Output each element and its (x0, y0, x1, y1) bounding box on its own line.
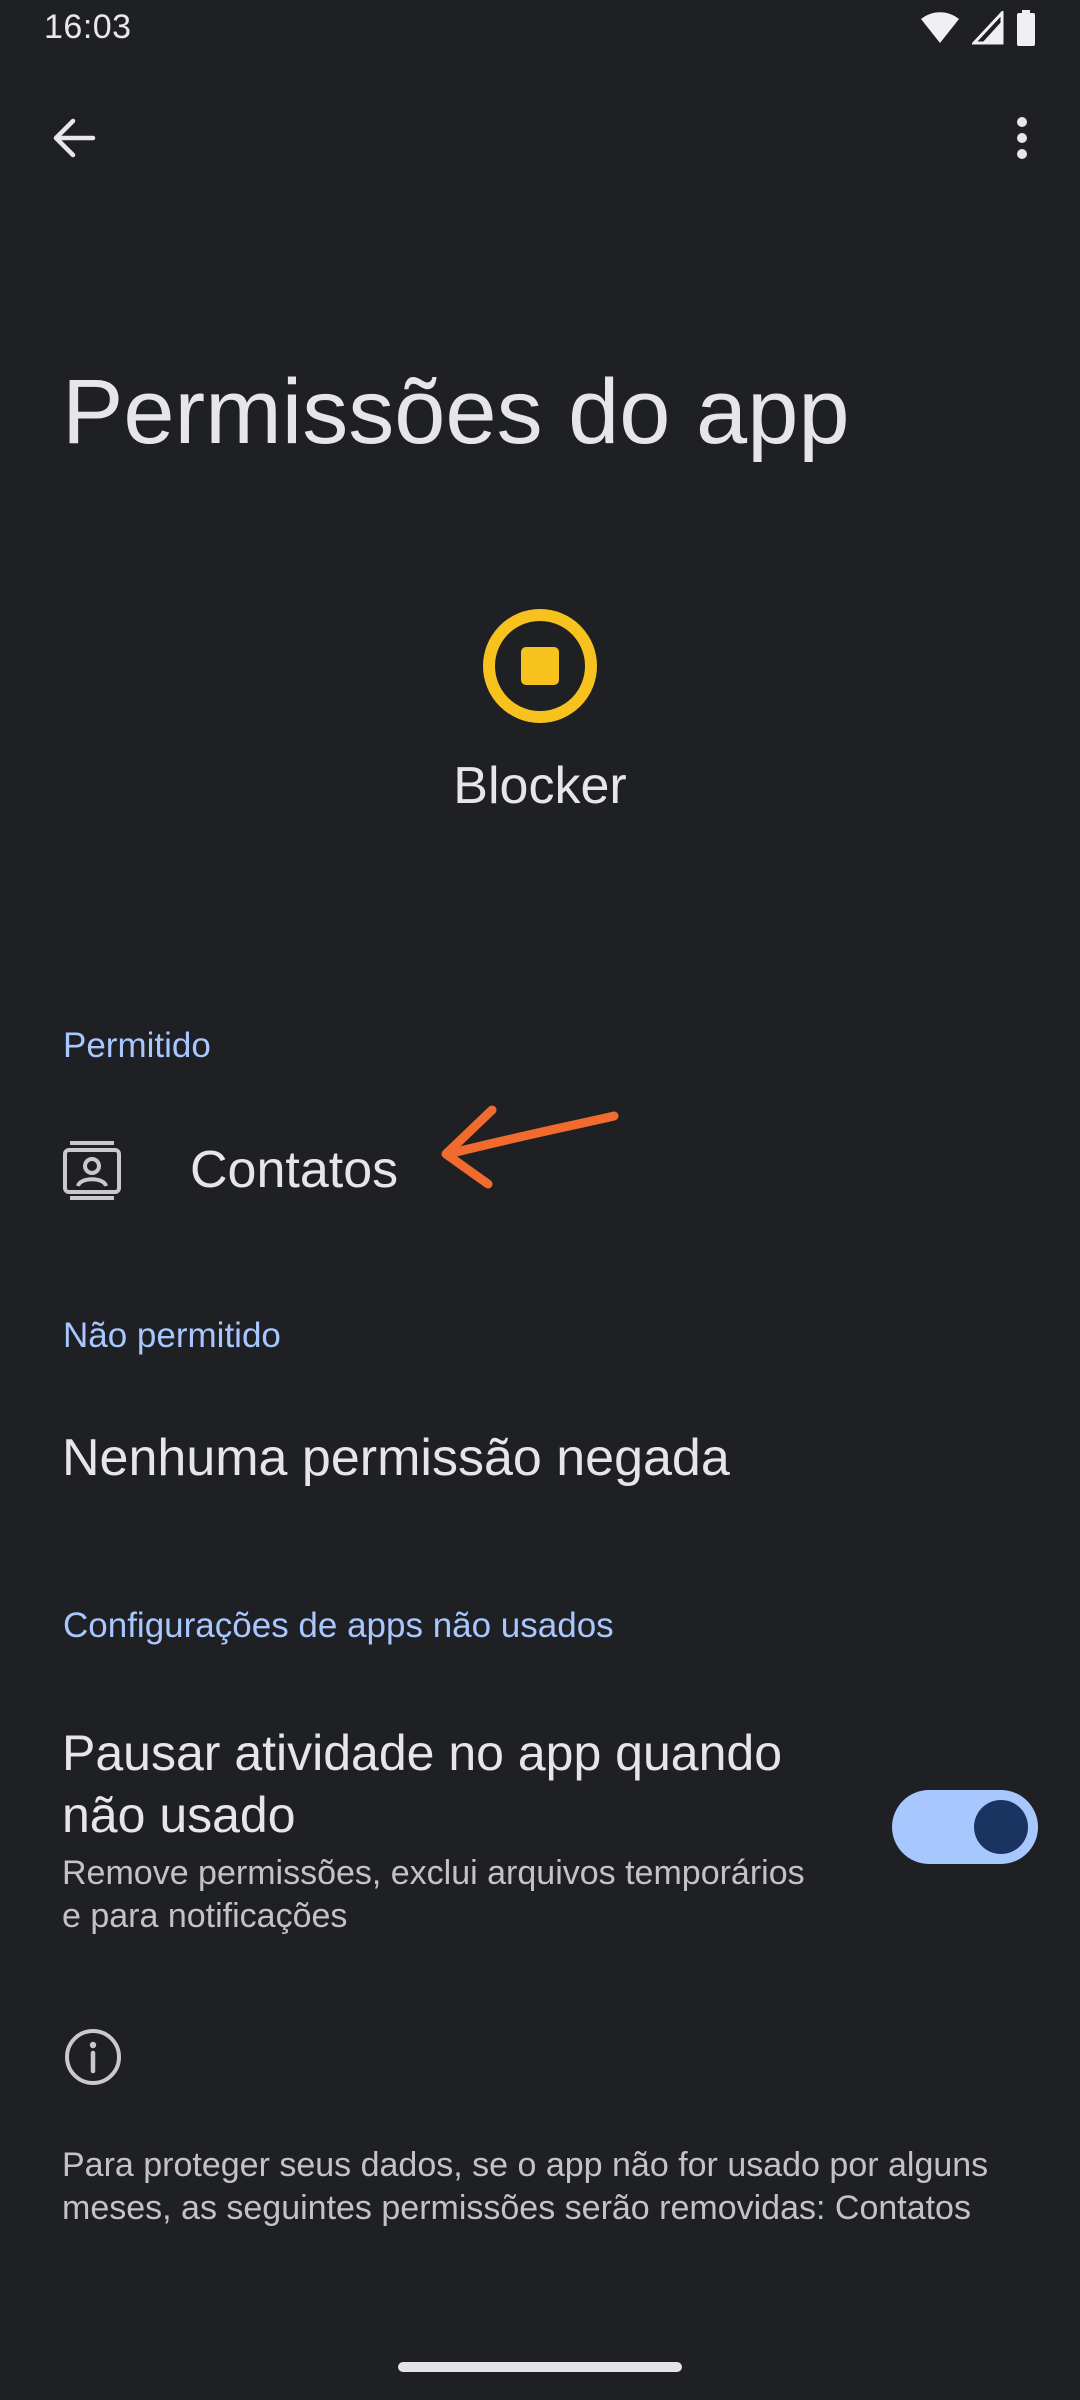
wifi-icon (921, 12, 959, 44)
battery-icon (1017, 10, 1035, 46)
annotation-arrow-icon (441, 1105, 619, 1189)
navigation-handle[interactable] (398, 2362, 682, 2372)
app-name: Blocker (453, 757, 627, 815)
section-header-allowed: Permitido (63, 1026, 211, 1065)
section-header-unused-apps: Configurações de apps não usados (63, 1606, 614, 1645)
toggle-thumb (974, 1800, 1028, 1854)
no-permissions-denied-text: Nenhuma permissão negada (62, 1429, 730, 1487)
section-header-not-allowed: Não permitido (63, 1316, 281, 1355)
more-vert-icon (1017, 117, 1027, 159)
info-icon (65, 2029, 121, 2085)
app-icon (483, 609, 597, 723)
status-time: 16:03 (44, 8, 132, 46)
arrow-back-icon (53, 118, 96, 158)
permission-label: Contatos (190, 1141, 399, 1199)
page-title: Permissões do app (62, 361, 850, 463)
back-button[interactable] (36, 100, 112, 176)
pause-activity-subtitle: Remove permissões, exclui arquivos tempo… (62, 1854, 805, 1935)
pause-activity-toggle[interactable] (892, 1790, 1038, 1864)
info-text: Para proteger seus dados, se o app não f… (62, 2146, 989, 2227)
contacts-icon (63, 1141, 121, 1200)
status-icons (920, 10, 1036, 46)
pause-activity-title[interactable]: Pausar atividade no app quando não usado (62, 1722, 862, 1846)
more-options-button[interactable] (984, 100, 1060, 176)
signal-icon (972, 11, 1004, 45)
